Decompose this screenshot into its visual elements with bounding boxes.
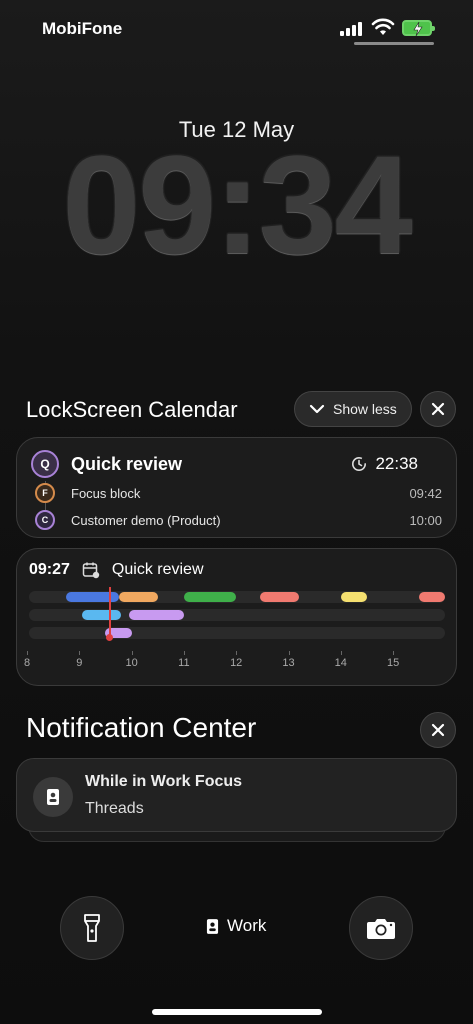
axis-tick-label: 13 bbox=[282, 657, 295, 669]
close-calendar-button[interactable] bbox=[420, 391, 456, 427]
current-time-dot bbox=[106, 634, 114, 641]
current-time-marker bbox=[108, 587, 111, 637]
focus-work-icon bbox=[33, 777, 73, 817]
timeline-event-bar[interactable] bbox=[183, 592, 237, 602]
notification-center-title: Notification Center bbox=[26, 712, 257, 743]
focus-mode-label: Work bbox=[227, 916, 267, 935]
upcoming-event-row[interactable]: F Focus block bbox=[35, 483, 140, 503]
camera-icon bbox=[367, 919, 395, 939]
status-bar: MobiFone bbox=[0, 0, 473, 60]
next-event-time: 22:38 bbox=[351, 454, 418, 474]
flashlight-button[interactable] bbox=[60, 896, 124, 960]
upcoming-event-title: Focus block bbox=[71, 485, 141, 501]
clear-notifications-button[interactable] bbox=[420, 712, 456, 748]
axis-tick-label: 8 bbox=[23, 657, 31, 669]
axis-tick-label: 10 bbox=[125, 657, 138, 669]
chevron-down-icon bbox=[309, 404, 325, 414]
signal-icon bbox=[340, 20, 366, 36]
axis-tick-label: 11 bbox=[178, 657, 190, 669]
lockscreen-clock: 09:34 bbox=[62, 126, 412, 283]
event-list-card[interactable]: Q Quick review 22:38 F Focus block 09:42… bbox=[16, 437, 457, 538]
axis-tick bbox=[183, 651, 185, 655]
upcoming-event-row[interactable]: C Customer demo (Product) bbox=[35, 510, 221, 530]
timeline-event-bar[interactable] bbox=[66, 592, 119, 602]
timeline-card[interactable]: 09:27 Quick review 8 9 10 11 12 13 14 15 bbox=[16, 548, 457, 686]
timeline-event-bar[interactable] bbox=[128, 610, 184, 620]
show-less-button[interactable]: Show less bbox=[294, 391, 412, 427]
next-event-time-value: 22:38 bbox=[375, 454, 418, 473]
calendar-icon bbox=[82, 562, 100, 579]
focus-mode-indicator[interactable]: Work bbox=[206, 916, 266, 936]
timeline-event-bar[interactable] bbox=[118, 592, 158, 602]
axis-tick bbox=[340, 651, 342, 655]
carrier-name: MobiFone bbox=[42, 19, 123, 38]
axis-tick-label: 15 bbox=[386, 657, 400, 669]
status-indicator-line bbox=[354, 42, 434, 45]
axis-tick-label: 12 bbox=[230, 657, 243, 669]
timeline-event-bar[interactable] bbox=[419, 592, 445, 602]
event-badge: Q bbox=[31, 450, 59, 478]
timeline-axis: 8 9 10 11 12 13 14 15 bbox=[23, 651, 447, 671]
upcoming-event-title: Customer demo (Product) bbox=[71, 512, 221, 528]
axis-tick bbox=[288, 651, 290, 655]
timeline-event-bar[interactable] bbox=[340, 592, 367, 602]
next-event[interactable]: Q Quick review bbox=[31, 450, 182, 478]
timeline-event-bar[interactable] bbox=[259, 592, 299, 602]
show-less-label: Show less bbox=[333, 401, 397, 417]
axis-tick bbox=[27, 651, 28, 655]
timeline-header: 09:27 Quick review bbox=[29, 561, 204, 579]
notification-card[interactable]: While in Work Focus Threads bbox=[16, 758, 457, 832]
close-icon bbox=[431, 723, 445, 737]
event-connector bbox=[45, 503, 46, 510]
event-badge: C bbox=[35, 510, 55, 530]
notification-body: Threads bbox=[85, 800, 144, 817]
timeline-lane bbox=[29, 627, 445, 639]
timeline-current-time: 09:27 bbox=[29, 561, 70, 578]
axis-tick-label: 14 bbox=[334, 657, 347, 669]
flashlight-icon bbox=[84, 914, 100, 942]
axis-tick bbox=[236, 651, 238, 655]
timeline-current-event: Quick review bbox=[111, 561, 204, 578]
close-icon bbox=[431, 402, 445, 416]
event-badge: F bbox=[35, 483, 55, 503]
camera-button[interactable] bbox=[349, 896, 413, 960]
focus-work-icon bbox=[206, 918, 219, 934]
home-indicator[interactable] bbox=[152, 1009, 322, 1015]
calendar-widget-title: LockScreen Calendar bbox=[26, 397, 238, 422]
axis-tick-label: 9 bbox=[76, 657, 83, 669]
notification-title: While in Work Focus bbox=[85, 773, 243, 790]
next-event-title: Quick review bbox=[71, 453, 183, 474]
wifi-icon bbox=[371, 18, 395, 35]
timeline-event-bar[interactable] bbox=[81, 610, 122, 620]
timer-icon bbox=[352, 457, 367, 471]
upcoming-event-time: 10:00 bbox=[409, 513, 442, 528]
axis-tick bbox=[393, 651, 395, 655]
axis-tick bbox=[79, 651, 81, 655]
battery-icon bbox=[402, 20, 435, 37]
upcoming-event-time: 09:42 bbox=[409, 486, 442, 501]
axis-tick bbox=[131, 651, 133, 655]
